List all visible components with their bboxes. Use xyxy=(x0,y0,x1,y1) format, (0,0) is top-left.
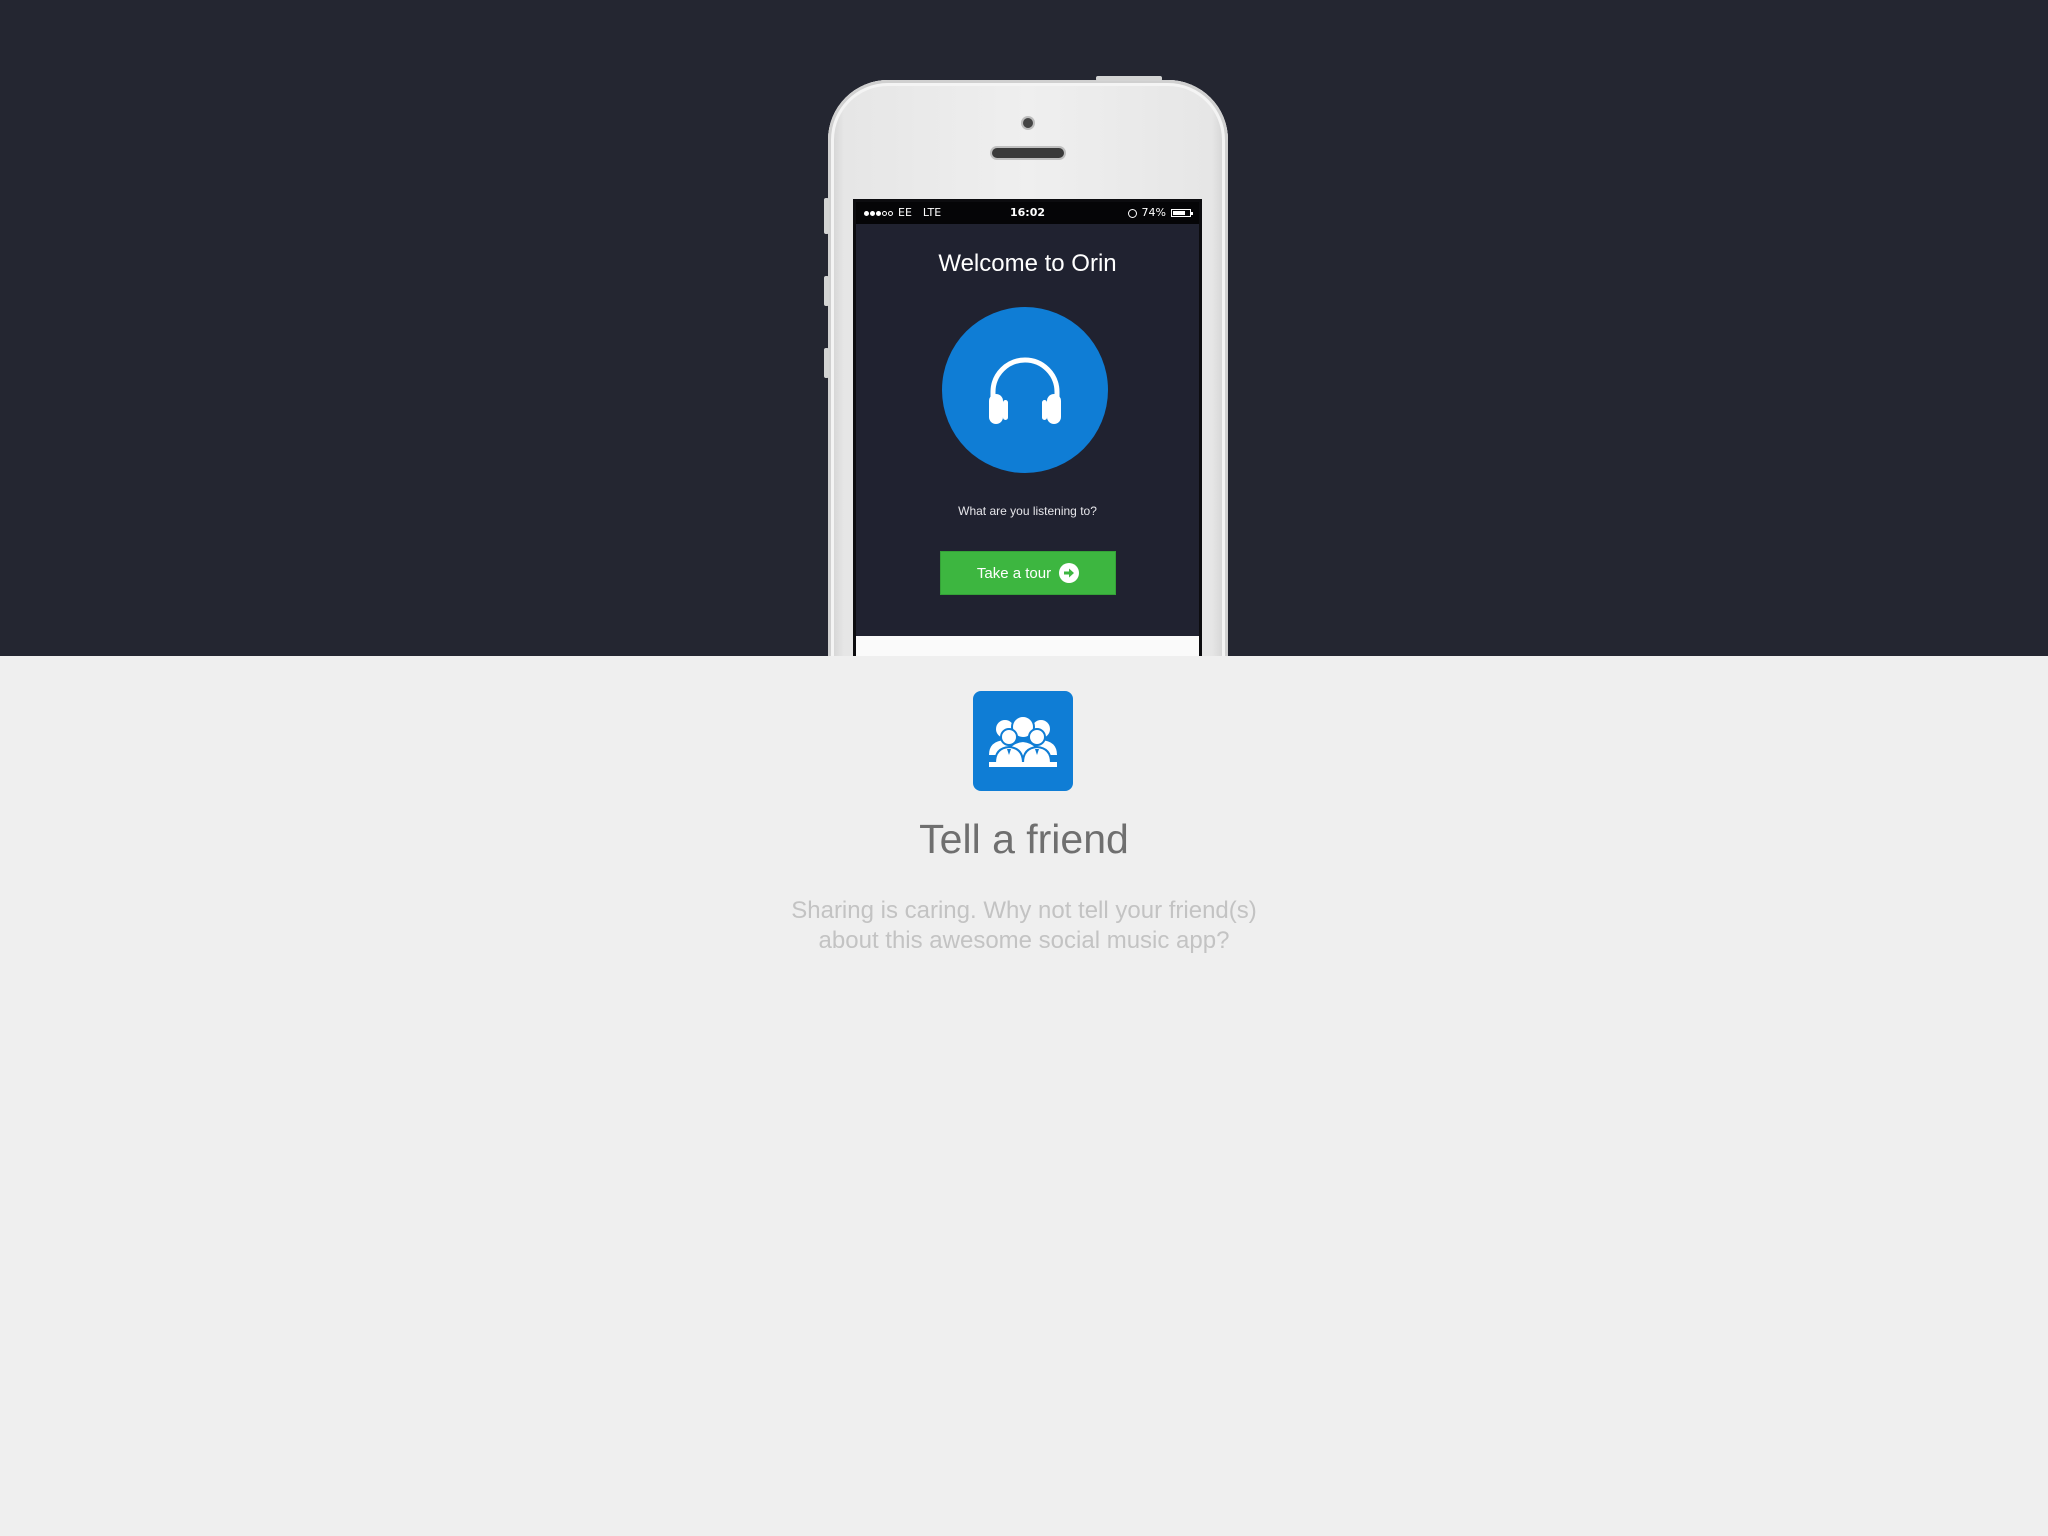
feature-description-line-2: about this awesome social music app? xyxy=(818,927,1230,954)
take-tour-label: Take a tour xyxy=(976,564,1052,582)
app-screen: EE LTE 16:02 74% Welcome to Orin What ar… xyxy=(853,199,1202,656)
phone-power-button xyxy=(1096,76,1162,81)
battery-percent: 74% xyxy=(1141,206,1166,219)
friends-group-icon xyxy=(989,715,1057,767)
phone-mockup: EE LTE 16:02 74% Welcome to Orin What ar… xyxy=(824,76,1228,656)
feature-title: Tell a friend xyxy=(919,816,1129,862)
friends-feature-badge xyxy=(973,691,1073,791)
phone-volume-up xyxy=(824,276,829,306)
listening-question: What are you listening to? xyxy=(958,504,1097,518)
battery-fill xyxy=(1173,211,1185,215)
hero-section: EE LTE 16:02 74% Welcome to Orin What ar… xyxy=(0,0,2048,656)
phone-camera xyxy=(1023,118,1033,128)
welcome-title: Welcome to Orin xyxy=(938,250,1117,277)
status-bar: EE LTE 16:02 74% xyxy=(856,202,1199,224)
feature-description: Sharing is caring. Why not tell your fri… xyxy=(724,896,1324,956)
arrow-right-circle-icon xyxy=(1059,563,1080,583)
phone-mute-switch xyxy=(824,198,829,234)
take-tour-button[interactable]: Take a tour xyxy=(940,551,1116,595)
phone-volume-down xyxy=(824,348,829,378)
phone-speaker xyxy=(992,148,1064,158)
alarm-icon xyxy=(1127,208,1137,218)
battery-icon xyxy=(1171,209,1193,217)
headphones-icon xyxy=(989,357,1061,424)
headphones-badge xyxy=(942,307,1108,473)
page: EE LTE 16:02 74% Welcome to Orin What ar… xyxy=(0,0,2048,1536)
screen-bottom-panel xyxy=(856,636,1199,656)
feature-description-line-1: Sharing is caring. Why not tell your fri… xyxy=(791,897,1257,924)
